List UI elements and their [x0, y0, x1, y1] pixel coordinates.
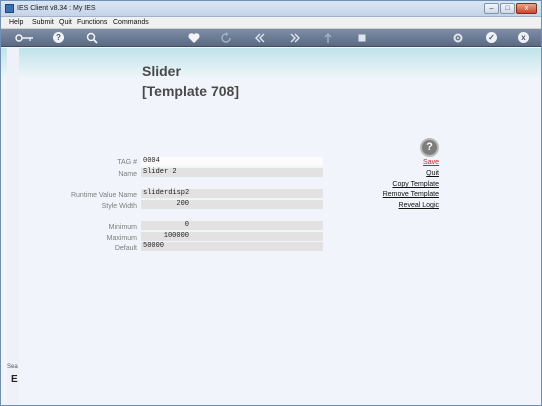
close-button[interactable]: x: [516, 3, 537, 14]
help-circle-icon[interactable]: ?: [420, 138, 439, 157]
search-icon[interactable]: [85, 31, 99, 45]
reveal-logic-link[interactable]: Reveal Logic: [399, 201, 439, 210]
minimum-label: Minimum: [108, 224, 137, 231]
title-bar: IES Client v8.34 : My IES – □ x: [1, 1, 541, 17]
side-label: Sea: [7, 364, 18, 370]
refresh-icon[interactable]: [219, 31, 233, 45]
default-label: Default: [114, 245, 137, 252]
upload-icon[interactable]: [321, 31, 335, 45]
rewind-icon[interactable]: [253, 31, 267, 45]
key-icon[interactable]: [15, 31, 35, 45]
window-title: IES Client v8.34 : My IES: [17, 5, 96, 12]
runtime-value-name-label: Runtime Value Name: [70, 192, 137, 199]
save-link[interactable]: Save: [423, 158, 439, 167]
copy-template-link[interactable]: Copy Template: [392, 180, 439, 189]
check-icon[interactable]: ✓: [486, 32, 497, 43]
menu-bar: Help Submit Quit Functions Commands: [1, 17, 541, 29]
settings-icon[interactable]: [451, 31, 465, 45]
app-icon: [5, 4, 14, 13]
side-mark: E: [11, 374, 18, 385]
page-subtitle: [Template 708]: [142, 83, 239, 99]
maximum-label: Maximum: [106, 235, 137, 242]
default-field[interactable]: 50000: [141, 242, 323, 251]
tag-field[interactable]: 0004: [141, 157, 323, 166]
quit-link[interactable]: Quit: [426, 169, 439, 178]
close-icon[interactable]: x: [518, 32, 529, 43]
maximize-button[interactable]: □: [500, 3, 515, 14]
fast-forward-icon[interactable]: [288, 31, 302, 45]
menu-submit[interactable]: Submit: [32, 18, 54, 28]
page-title: Slider: [142, 63, 181, 79]
tag-label: TAG #: [117, 159, 137, 166]
toolbar: ? ✓ x: [1, 29, 541, 47]
name-label: Name: [118, 171, 137, 178]
style-width-label: Style Width: [101, 203, 137, 210]
minimize-button[interactable]: –: [484, 3, 499, 14]
stop-icon[interactable]: [355, 31, 369, 45]
name-field[interactable]: Slider 2: [141, 168, 323, 177]
menu-help[interactable]: Help: [9, 18, 23, 28]
menu-functions[interactable]: Functions: [77, 18, 107, 28]
heart-icon[interactable]: [187, 31, 201, 45]
header-band: [1, 48, 541, 78]
left-strip: [7, 48, 19, 405]
menu-quit[interactable]: Quit: [59, 18, 72, 28]
minimum-field[interactable]: 0: [141, 221, 323, 230]
app-window: IES Client v8.34 : My IES – □ x Help Sub…: [0, 0, 542, 406]
maximum-field[interactable]: 100000: [141, 232, 323, 241]
remove-template-link[interactable]: Remove Template: [383, 190, 439, 199]
menu-commands[interactable]: Commands: [113, 18, 149, 28]
runtime-value-name-field[interactable]: sliderdisp2: [141, 189, 323, 198]
help-icon[interactable]: ?: [53, 32, 64, 43]
main-content: Slider [Template 708] TAG # 0004 Name Sl…: [1, 48, 541, 405]
style-width-field[interactable]: 200: [141, 200, 323, 209]
